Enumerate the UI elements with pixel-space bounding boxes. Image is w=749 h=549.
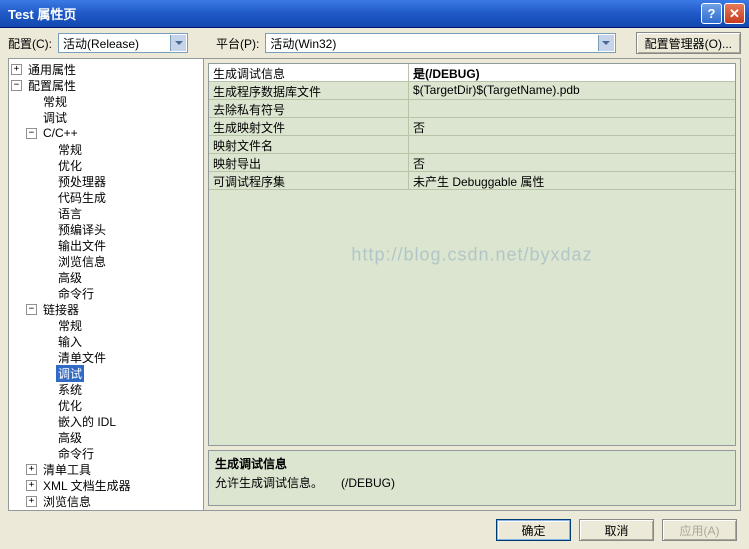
expand-icon[interactable]: + [11,64,22,75]
grid-row[interactable]: 去除私有符号 [209,100,735,118]
tree-item[interactable]: 语言 [11,205,201,221]
help-button[interactable]: ? [701,3,722,24]
grid-row[interactable]: 可调试程序集未产生 Debuggable 属性 [209,172,735,190]
grid-row[interactable]: 映射文件名 [209,136,735,154]
prop-value[interactable]: 否 [409,118,735,135]
toolbar: 配置(C): 活动(Release) 平台(P): 活动(Win32) 配置管理… [0,28,749,58]
config-value: 活动(Release) [63,35,139,52]
expand-icon[interactable]: + [26,496,37,507]
tree-item[interactable]: 输入 [11,333,201,349]
tree-item[interactable]: 优化 [11,157,201,173]
tree-item[interactable]: 嵌入的 IDL [11,413,201,429]
grid-row[interactable]: 生成调试信息是(/DEBUG) [209,64,735,82]
collapse-icon[interactable]: − [26,304,37,315]
prop-value[interactable]: $(TargetDir)$(TargetName).pdb [409,82,735,99]
collapse-icon[interactable]: − [26,128,37,139]
ok-button[interactable]: 确定 [496,519,571,541]
tree-item[interactable]: 清单文件 [11,349,201,365]
right-panel: 生成调试信息是(/DEBUG) 生成程序数据库文件$(TargetDir)$(T… [204,59,740,510]
cancel-button[interactable]: 取消 [579,519,654,541]
prop-value[interactable]: 未产生 Debuggable 属性 [409,172,735,189]
tree-item[interactable]: 浏览信息 [11,253,201,269]
prop-value[interactable] [409,136,735,153]
tree-item-debug[interactable]: 调试 [11,365,201,381]
tree-item[interactable]: +XML 文档生成器 [11,477,201,493]
tree-item-common[interactable]: +通用属性 [11,61,201,77]
apply-button: 应用(A) [662,519,737,541]
tree-item[interactable]: 代码生成 [11,189,201,205]
tree-item-linker[interactable]: −链接器 [11,301,201,317]
collapse-icon[interactable]: − [11,80,22,91]
tree-item[interactable]: 调试 [11,109,201,125]
prop-name: 映射文件名 [209,136,409,153]
tree-item[interactable]: +浏览信息 [11,493,201,509]
config-combo[interactable]: 活动(Release) [58,33,188,53]
dialog-buttons: 确定 取消 应用(A) [496,519,737,541]
tree-item[interactable]: 常规 [11,141,201,157]
config-label: 配置(C): [8,35,52,52]
desc-title: 生成调试信息 [215,455,729,472]
platform-value: 活动(Win32) [270,35,336,52]
tree-item-config[interactable]: −配置属性 [11,77,201,93]
tree-item[interactable]: +清单工具 [11,461,201,477]
prop-name: 映射导出 [209,154,409,171]
tree-item[interactable]: 系统 [11,381,201,397]
tree-item[interactable]: 预处理器 [11,173,201,189]
grid-row[interactable]: 生成程序数据库文件$(TargetDir)$(TargetName).pdb [209,82,735,100]
tree-item[interactable]: 命令行 [11,285,201,301]
expand-icon[interactable]: + [26,480,37,491]
desc-text: 允许生成调试信息。 (/DEBUG) [215,474,729,491]
chevron-down-icon [598,35,614,51]
prop-name: 生成调试信息 [209,64,409,81]
tree-item-cpp[interactable]: −C/C++ [11,125,201,141]
prop-value[interactable] [409,100,735,117]
tree-item[interactable]: 输出文件 [11,237,201,253]
tree-item[interactable]: 命令行 [11,445,201,461]
prop-name: 生成映射文件 [209,118,409,135]
grid-row[interactable]: 生成映射文件否 [209,118,735,136]
main-panel: +通用属性 −配置属性 常规 调试 −C/C++ 常规 优化 预处理器 代码生成… [8,58,741,511]
description-panel: 生成调试信息 允许生成调试信息。 (/DEBUG) [208,450,736,506]
tree-item[interactable]: 常规 [11,317,201,333]
prop-name: 去除私有符号 [209,100,409,117]
tree-item[interactable]: 优化 [11,397,201,413]
tree: +通用属性 −配置属性 常规 调试 −C/C++ 常规 优化 预处理器 代码生成… [11,61,201,510]
prop-value[interactable]: 是(/DEBUG) [409,64,735,81]
tree-item[interactable]: 高级 [11,429,201,445]
tree-panel[interactable]: +通用属性 −配置属性 常规 调试 −C/C++ 常规 优化 预处理器 代码生成… [9,59,204,510]
close-button[interactable]: ✕ [724,3,745,24]
prop-value[interactable]: 否 [409,154,735,171]
tree-item[interactable]: 常规 [11,93,201,109]
config-manager-button[interactable]: 配置管理器(O)... [636,32,741,54]
prop-name: 可调试程序集 [209,172,409,189]
expand-icon[interactable]: + [26,464,37,475]
tree-item[interactable]: +生成事件 [11,509,201,510]
grid-row[interactable]: 映射导出否 [209,154,735,172]
titlebar: Test 属性页 ? ✕ [0,0,749,28]
tree-item[interactable]: 预编译头 [11,221,201,237]
watermark: http://blog.csdn.net/byxdaz [351,244,592,265]
tree-item[interactable]: 高级 [11,269,201,285]
titlebar-buttons: ? ✕ [701,3,745,24]
chevron-down-icon [170,35,186,51]
property-grid[interactable]: 生成调试信息是(/DEBUG) 生成程序数据库文件$(TargetDir)$(T… [208,63,736,446]
platform-label: 平台(P): [216,35,259,52]
window-title: Test 属性页 [4,4,701,23]
prop-name: 生成程序数据库文件 [209,82,409,99]
platform-combo[interactable]: 活动(Win32) [265,33,615,53]
